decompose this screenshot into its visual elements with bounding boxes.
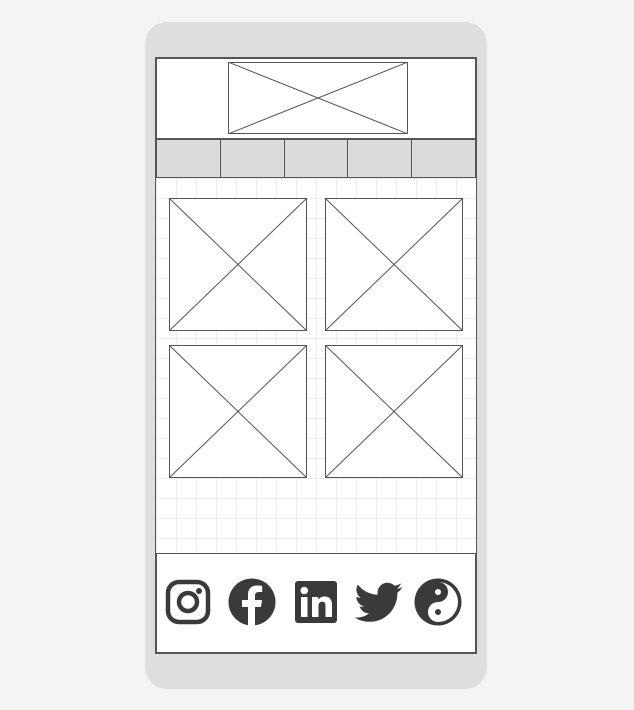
image-placeholder-icon	[325, 345, 463, 478]
gallery-image-placeholder-4[interactable]	[325, 345, 463, 478]
gallery-image-placeholder-2[interactable]	[325, 198, 463, 331]
nav-bar	[156, 139, 476, 178]
image-placeholder-icon	[169, 345, 307, 478]
gallery-image-placeholder-1[interactable]	[169, 198, 307, 331]
nav-tab-2[interactable]	[220, 140, 285, 177]
nav-tab-5[interactable]	[412, 140, 475, 177]
image-placeholder-icon	[228, 62, 408, 134]
instagram-icon[interactable]	[164, 578, 212, 626]
image-placeholder-icon	[325, 198, 463, 331]
nav-tab-1[interactable]	[157, 140, 221, 177]
yin-yang-icon[interactable]	[414, 578, 462, 626]
banner-image-placeholder[interactable]	[228, 62, 408, 134]
nav-tab-4[interactable]	[348, 140, 413, 177]
nav-tab-3[interactable]	[284, 140, 349, 177]
gallery-image-placeholder-3[interactable]	[169, 345, 307, 478]
image-placeholder-icon	[169, 198, 307, 331]
linkedin-icon[interactable]	[292, 578, 340, 626]
twitter-icon[interactable]	[355, 578, 403, 626]
facebook-icon[interactable]	[228, 578, 276, 626]
